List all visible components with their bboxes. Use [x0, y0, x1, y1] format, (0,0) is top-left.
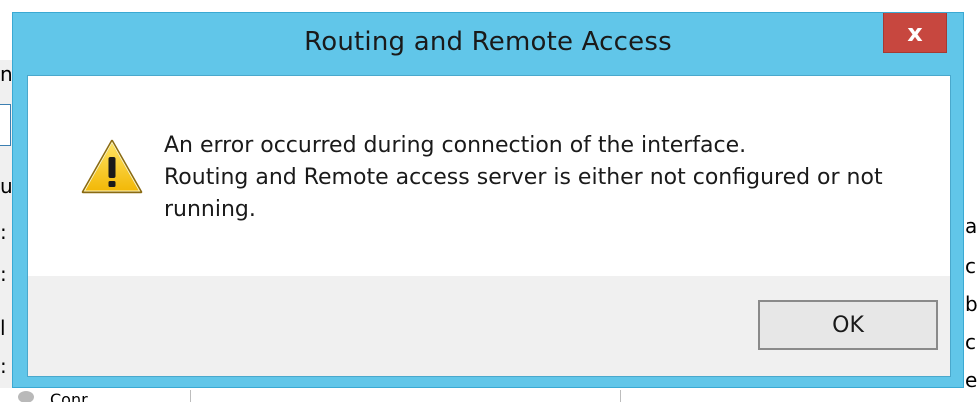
close-icon: x	[907, 18, 923, 47]
dialog-title: Routing and Remote Access	[304, 27, 672, 57]
background-left-text: u	[0, 174, 13, 198]
error-dialog: Routing and Remote Access x An error occ…	[12, 12, 964, 388]
network-icon	[18, 391, 34, 402]
background-bottom-text: Conr...	[50, 390, 102, 402]
error-message-line: An error occurred during connection of t…	[164, 133, 747, 158]
background-bottom-row	[0, 388, 978, 402]
dialog-titlebar[interactable]: Routing and Remote Access x	[13, 13, 963, 75]
background-left-text: n	[0, 62, 13, 86]
close-button[interactable]: x	[883, 13, 947, 53]
dialog-button-area: OK	[28, 276, 950, 376]
error-message-line: Routing and Remote access server is eith…	[164, 165, 883, 190]
background-right-text: c	[965, 254, 976, 278]
background-divider	[620, 390, 621, 402]
dialog-client-area: An error occurred during connection of t…	[27, 75, 951, 377]
background-left-text: :	[0, 354, 7, 378]
background-right-text: a	[965, 214, 978, 238]
desktop-screen: n u : : l : a c b c e Conr... Routing an…	[0, 0, 978, 402]
background-left-text: :	[0, 262, 7, 286]
warning-icon	[81, 139, 143, 194]
error-message: An error occurred during connection of t…	[164, 130, 924, 226]
background-right-text: b	[965, 292, 978, 316]
background-right-text: e	[965, 368, 978, 392]
background-right-text: c	[965, 330, 976, 354]
background-left-text: l	[0, 316, 6, 340]
ok-button[interactable]: OK	[758, 300, 938, 350]
background-left-input	[0, 104, 11, 146]
background-divider	[190, 390, 191, 402]
dialog-content: An error occurred during connection of t…	[28, 76, 950, 276]
error-message-line: running.	[164, 197, 256, 222]
background-left-text: :	[0, 220, 7, 244]
